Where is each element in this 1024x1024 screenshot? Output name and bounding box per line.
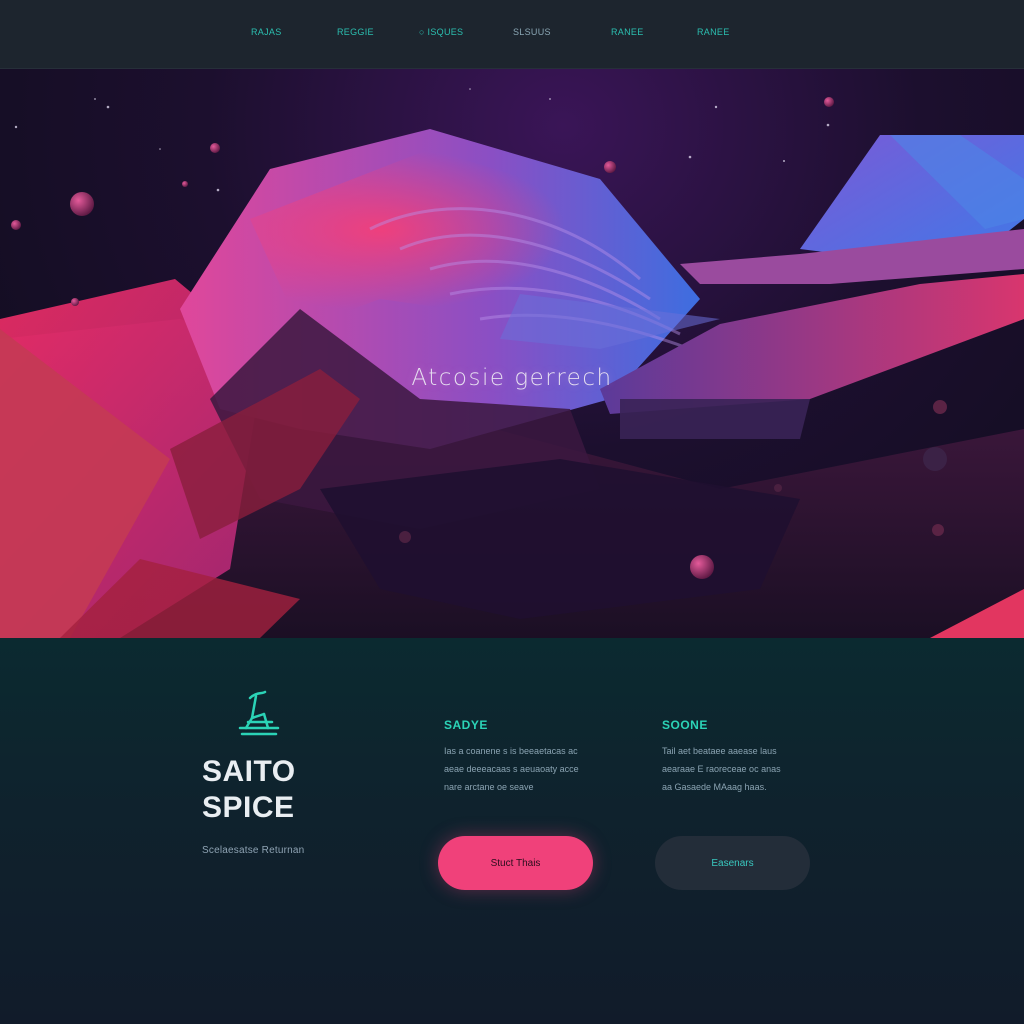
hero-illustration [0,88,1024,638]
column-1-heading: SADYE [444,718,488,732]
nav-item-2[interactable]: REGGIE [337,26,374,38]
info-section [0,638,1024,1024]
hero-title: Atcosie gerrech [411,365,613,391]
column-1-line: nare arctane oe seave [444,782,534,792]
nav-item-6[interactable]: RANEE [697,26,730,38]
brand-tagline: Scelaesatse Returnan [202,845,305,856]
top-navigation-bar: RAJAS REGGIE ○ ISQUES SLSUUS RANEE RANEE [0,0,1024,69]
abstract-figure-icon [238,690,280,736]
column-1-text: Ias a coanene s is beeaetacas ac aeae de… [444,742,594,796]
brand-title-line-2: SPICE [202,791,295,824]
nav-item-4[interactable]: SLSUUS [513,26,551,38]
column-2-line: Tail aet beataee aaease laus [662,746,777,756]
brand-title-line-1: SAITO [202,755,296,788]
hero-banner: Atcosie gerrech [0,69,1024,638]
column-1-line: Ias a coanene s is beeaetacas ac [444,746,578,756]
brand-title: SAITO SPICE [202,754,362,826]
column-2-text: Tail aet beataee aaease laus aearaae E r… [662,742,812,796]
column-1-line: aeae deeeacaas s aeuaoaty acce [444,764,579,774]
primary-cta-button[interactable]: Stuct Thais [438,836,593,890]
column-2-line: aearaae E raoreceae oc anas [662,764,781,774]
nav-item-1[interactable]: RAJAS [251,26,282,38]
nav-item-3[interactable]: ○ ISQUES [419,26,463,38]
orb-1 [70,192,94,216]
column-2-line: aa Gasaede MAaag haas. [662,782,767,792]
column-2-heading: SOONE [662,718,708,732]
nav-item-5[interactable]: RANEE [611,26,644,38]
secondary-cta-button[interactable]: Easenars [655,836,810,890]
